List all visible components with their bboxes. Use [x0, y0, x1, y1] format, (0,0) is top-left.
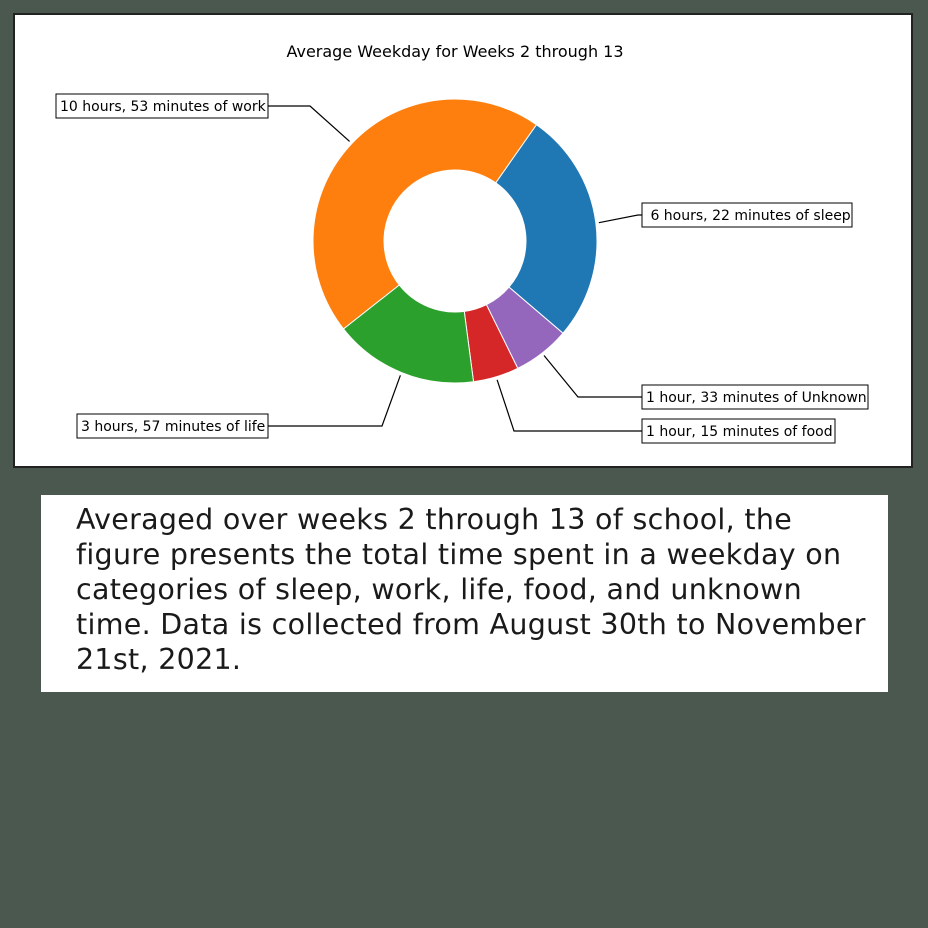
- slice-label-sleep: 6 hours, 22 minutes of sleep: [646, 208, 851, 224]
- donut-slices: [312, 98, 598, 384]
- donut-chart: Average Weekday for Weeks 2 through 13 6…: [55, 42, 869, 444]
- leader-line-sleep: [598, 214, 642, 224]
- slice-label-work: 10 hours, 53 minutes of work: [60, 99, 267, 115]
- caption-text: Averaged over weeks 2 through 13 of scho…: [76, 503, 866, 676]
- leader-line-life: [268, 375, 401, 427]
- leader-line-unknown: [543, 355, 642, 398]
- slice-label-life: 3 hours, 57 minutes of life: [81, 419, 265, 435]
- caption-box: Averaged over weeks 2 through 13 of scho…: [41, 495, 888, 692]
- leader-line-work: [268, 105, 351, 142]
- slice-label-food: 1 hour, 15 minutes of food: [646, 424, 833, 440]
- slice-label-unknown: 1 hour, 33 minutes of Unknown: [646, 390, 867, 406]
- chart-title: Average Weekday for Weeks 2 through 13: [286, 42, 623, 61]
